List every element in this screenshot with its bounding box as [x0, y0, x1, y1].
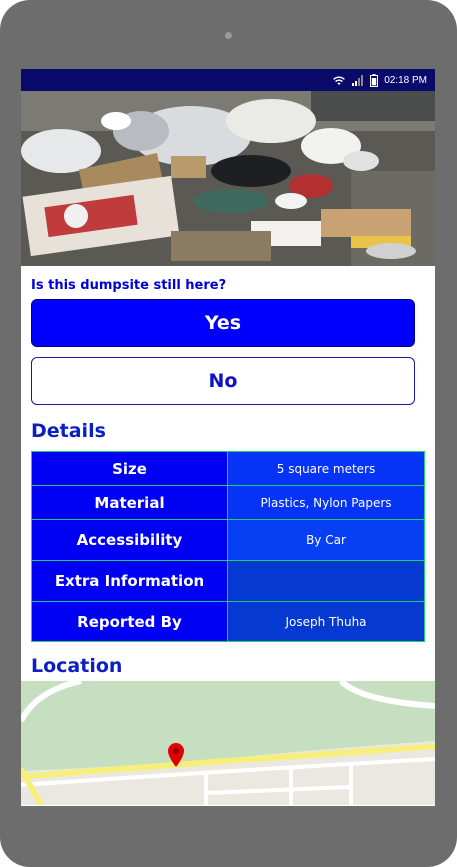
tablet-frame: 02:18 PM Is this dumpsite still here? Ye…	[0, 0, 457, 867]
battery-icon	[370, 73, 379, 87]
details-label: Size	[31, 451, 228, 486]
location-map[interactable]	[21, 681, 435, 805]
details-row-extra-information: Extra Information	[31, 560, 425, 602]
details-heading: Details	[31, 420, 106, 442]
details-label: Reported By	[31, 601, 228, 642]
wifi-icon	[332, 75, 346, 86]
dumpsite-question: Is this dumpsite still here?	[31, 278, 227, 293]
details-value: By Car	[227, 519, 425, 561]
details-row-size: Size 5 square meters	[31, 451, 425, 486]
location-heading: Location	[31, 655, 123, 677]
signal-icon	[352, 74, 364, 86]
details-row-reported-by: Reported By Joseph Thuha	[31, 601, 425, 642]
no-button[interactable]: No	[31, 357, 415, 405]
details-value	[227, 560, 425, 602]
details-row-material: Material Plastics, Nylon Papers	[31, 485, 425, 520]
map-pin-icon[interactable]	[168, 743, 184, 767]
details-value: 5 square meters	[227, 451, 425, 486]
details-label: Extra Information	[31, 560, 228, 602]
details-value: Plastics, Nylon Papers	[227, 485, 425, 520]
details-table: Size 5 square meters Material Plastics, …	[31, 451, 425, 642]
yes-button[interactable]: Yes	[31, 299, 415, 347]
details-label: Material	[31, 485, 228, 520]
front-camera	[225, 32, 232, 39]
dumpsite-photo	[21, 91, 435, 266]
details-row-accessibility: Accessibility By Car	[31, 519, 425, 561]
status-time: 02:18 PM	[384, 74, 427, 86]
app-screen: 02:18 PM Is this dumpsite still here? Ye…	[21, 69, 435, 806]
status-bar: 02:18 PM	[21, 69, 435, 91]
details-label: Accessibility	[31, 519, 228, 561]
details-value: Joseph Thuha	[227, 601, 425, 642]
